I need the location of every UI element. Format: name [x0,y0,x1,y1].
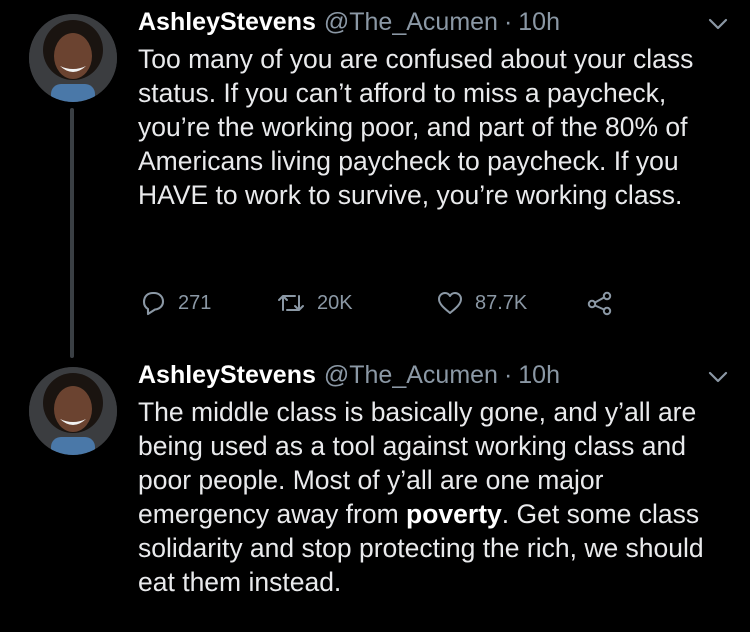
avatar[interactable] [29,367,117,455]
thread-line [70,108,74,358]
like-count: 87.7K [475,291,528,314]
timestamp[interactable]: 10h [518,2,560,42]
share-button[interactable] [585,289,615,317]
timestamp[interactable]: 10h [518,355,560,395]
tweet-actions: 271 20K 87.7K [138,283,615,323]
retweet-icon [278,295,304,311]
tweet-text: Too many of you are confused about your … [138,44,694,210]
share-icon [587,291,612,316]
retweet-count: 20K [317,291,353,314]
tweet-content: AshleyStevens @The_Acumen · 10h Too many… [138,0,732,316]
tweet-header: AshleyStevens @The_Acumen · 10h [138,2,730,42]
separator-dot: · [503,8,513,36]
like-button[interactable]: 87.7K [435,289,585,317]
author-handle[interactable]: @The_Acumen [324,355,498,395]
author-handle[interactable]: @The_Acumen [324,2,498,42]
tweet-text: The middle class is basically gone, and … [138,395,730,599]
tweet-header: AshleyStevens @The_Acumen · 10h [138,355,730,395]
retweet-button[interactable]: 20K [275,290,435,316]
like-icon [438,292,462,314]
reply-button[interactable]: 271 [138,289,275,317]
avatar-photo [29,367,117,455]
reply-count: 271 [178,291,212,314]
chevron-down-icon[interactable] [704,10,732,38]
author-name[interactable]: AshleyStevens [138,355,316,395]
reply-icon [142,291,165,316]
tweet-content: AshleyStevens @The_Acumen · 10h The midd… [138,353,730,599]
avatar[interactable] [29,14,117,102]
avatar-photo [29,14,117,102]
chevron-down-icon[interactable] [704,363,732,391]
separator-dot: · [503,361,513,389]
tweet-1[interactable]: AshleyStevens @The_Acumen · 10h Too many… [0,0,750,358]
tweet-2[interactable]: AshleyStevens @The_Acumen · 10h The midd… [0,345,750,632]
author-name[interactable]: AshleyStevens [138,2,316,42]
tweet-text-bold: poverty [406,499,502,529]
